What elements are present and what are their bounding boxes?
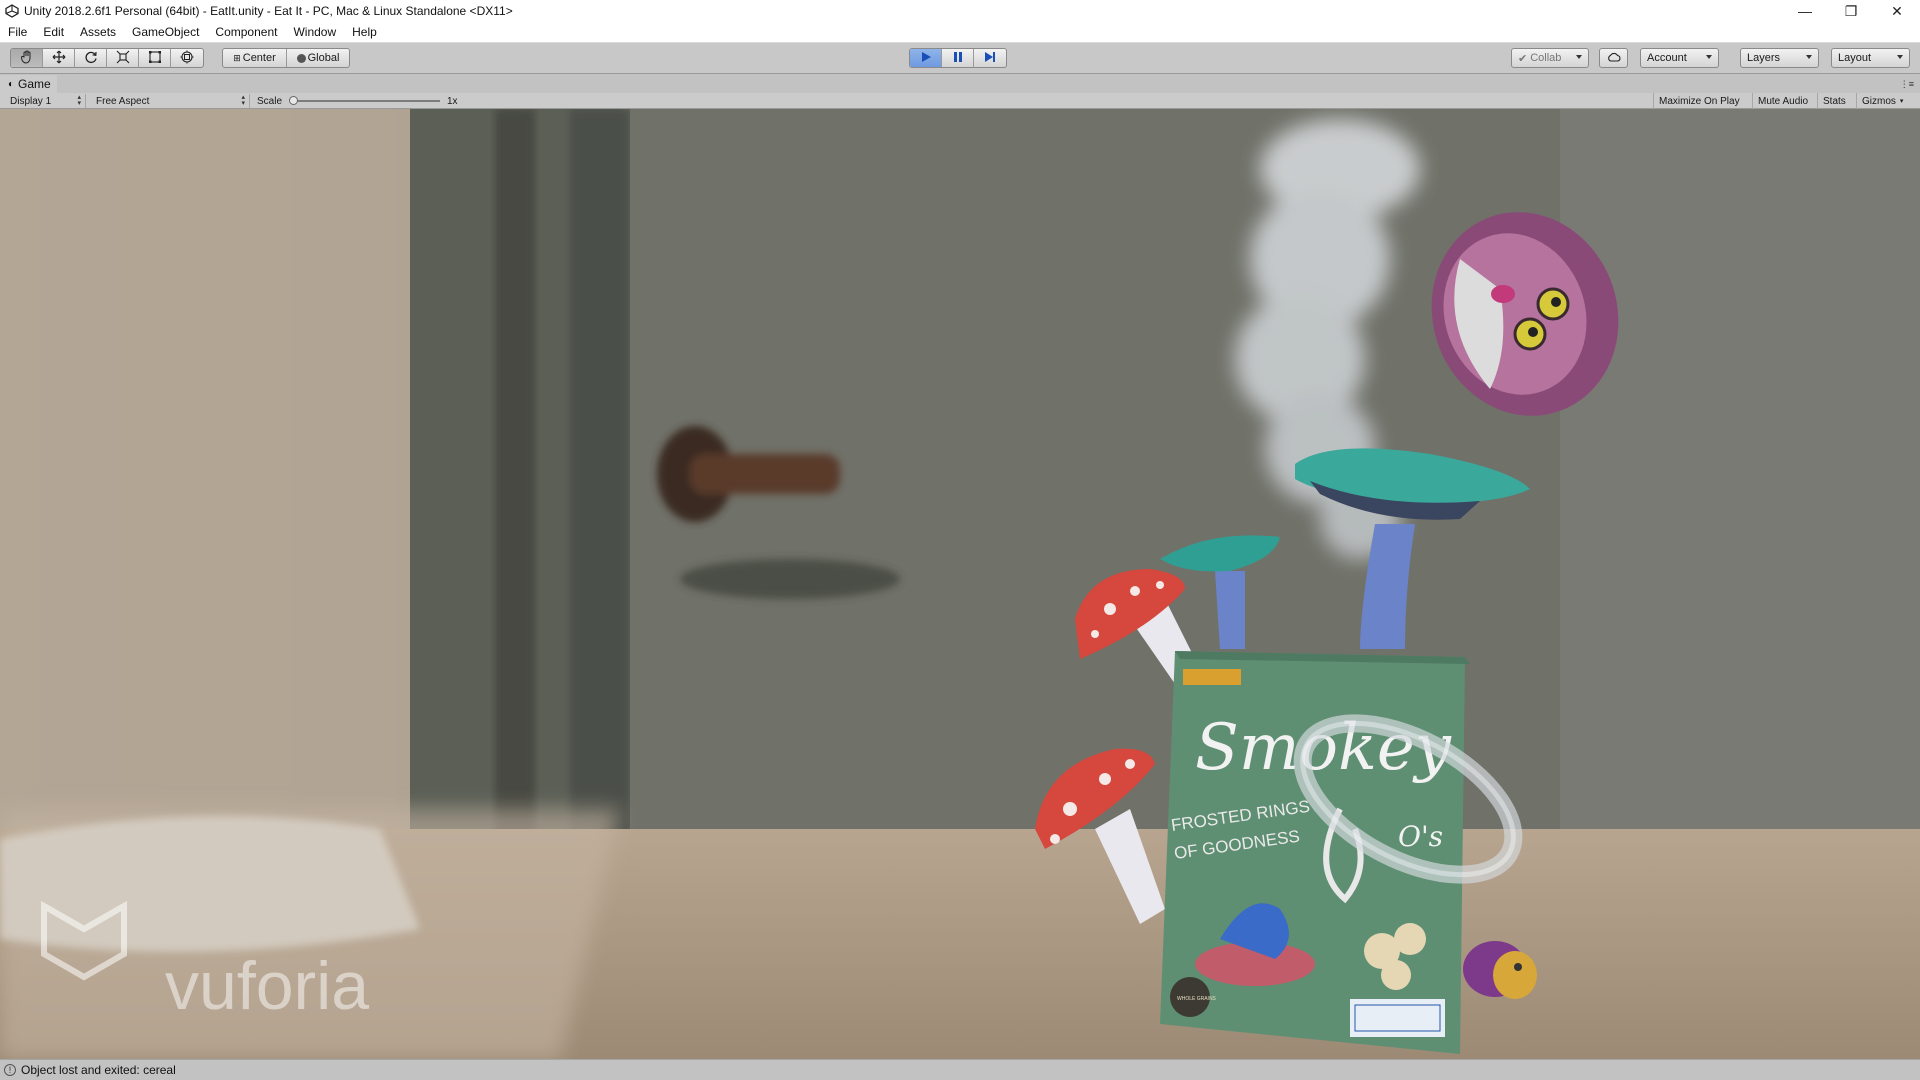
cloud-button[interactable] [1599,48,1628,68]
unity-logo-icon [4,3,20,19]
layout-dropdown[interactable]: Layout [1831,48,1910,68]
layers-label: Layers [1747,52,1781,64]
pause-button[interactable] [942,49,974,67]
tab-game-label: Game [18,77,51,91]
display-label: Display 1 [10,95,52,107]
move-tool-button[interactable] [43,49,75,67]
main-toolbar: ⊞ Center Global ✔ Collab Account Layers [0,43,1920,74]
playback-controls [909,48,1007,68]
layout-label: Layout [1838,52,1872,64]
check-icon: ✔ [1518,52,1528,65]
hand-tool-button[interactable] [11,49,43,67]
play-icon [920,51,932,66]
menu-window[interactable]: Window [285,25,344,39]
vuforia-watermark: vuforia [165,948,369,1024]
game-view[interactable]: vuforia Smokey O's FROSTED RINGS OF GOOD… [0,109,1920,1059]
chevron-down-icon [1576,55,1582,59]
display-dropdown[interactable]: Display 1 ▴ ▾ [4,94,86,108]
scale-icon [116,50,130,67]
minimize-button[interactable]: — [1782,0,1828,22]
scale-slider-handle[interactable] [289,96,298,105]
move-icon [52,50,66,67]
maximize-button[interactable]: ❐ [1828,0,1874,22]
globe-icon [296,53,306,63]
chevron-down-icon: ▾ [1899,98,1904,105]
window-title: Unity 2018.2.6f1 Personal (64bit) - EatI… [24,4,513,18]
panel-menu-icon[interactable]: ⋮≡ [1900,79,1914,90]
play-button[interactable] [910,49,942,67]
gizmos-dropdown[interactable]: Gizmos ▾ [1856,93,1908,109]
box-suffix: O's [1398,820,1443,853]
rect-tool-icon [148,50,162,67]
menu-gameobject[interactable]: GameObject [124,25,207,39]
mute-audio-toggle[interactable]: Mute Audio [1752,93,1813,109]
collab-label: Collab [1530,52,1562,64]
scale-label: Scale [257,95,283,107]
status-bar: ! Object lost and exited: cereal [0,1059,1920,1080]
transform-tool-button[interactable] [171,49,203,67]
menu-file[interactable]: File [0,25,35,39]
pivot-global-label: Global [307,52,340,64]
layers-dropdown[interactable]: Layers [1740,48,1819,68]
info-icon: ! [4,1064,16,1076]
menu-bar: File Edit Assets GameObject Component Wi… [0,22,1920,43]
rect-tool-button[interactable] [139,49,171,67]
cloud-icon [1607,52,1621,65]
box-badge: WHOLE GRAINS [1177,996,1217,1002]
collab-dropdown[interactable]: ✔ Collab [1511,48,1589,68]
menu-assets[interactable]: Assets [72,25,124,39]
rotate-icon [84,50,98,67]
menu-help[interactable]: Help [344,25,385,39]
game-controller-icon: ◐ [8,78,15,90]
updown-arrow-icon: ▴ ▾ [241,94,245,107]
transform-icon [180,50,194,67]
maximize-on-play-toggle[interactable]: Maximize On Play [1653,93,1745,109]
transform-tools [10,48,204,68]
game-panel-header: ◐ Game ⋮≡ [0,75,1920,93]
center-pivot-icon: ⊞ [233,52,241,63]
chevron-down-icon [1706,55,1712,59]
scale-value: 1x [447,95,458,107]
close-button[interactable]: ✕ [1874,0,1920,22]
chevron-down-icon [1897,55,1903,59]
pause-icon [952,51,964,66]
aspect-dropdown[interactable]: Free Aspect ▴ ▾ [90,94,250,108]
pivot-center-button[interactable]: ⊞ Center [223,49,287,67]
game-view-toolbar: Display 1 ▴ ▾ Free Aspect ▴ ▾ Scale 1x Max… [0,93,1920,109]
step-icon [984,51,996,66]
pivot-global-button[interactable]: Global [287,49,349,67]
cereal-box-model: Smokey O's FROSTED RINGS OF GOODNESS WHO… [1160,651,1470,1054]
hand-icon [20,50,34,67]
scale-tool-button[interactable] [107,49,139,67]
gizmos-label: Gizmos [1862,95,1896,107]
pivot-center-label: Center [242,52,276,64]
menu-edit[interactable]: Edit [35,25,72,39]
step-button[interactable] [974,49,1006,67]
account-label: Account [1647,52,1687,64]
aspect-label: Free Aspect [96,95,150,107]
console-message[interactable]: Object lost and exited: cereal [21,1063,176,1077]
pivot-toggles: ⊞ Center Global [222,48,350,68]
updown-arrow-icon: ▴ ▾ [77,94,81,107]
account-dropdown[interactable]: Account [1640,48,1719,68]
title-bar: Unity 2018.2.6f1 Personal (64bit) - EatI… [0,0,1920,22]
tab-game[interactable]: ◐ Game [0,75,57,93]
scene-render: vuforia Smokey O's FROSTED RINGS OF GOOD… [0,109,1920,1059]
chevron-down-icon [1806,55,1812,59]
rotate-tool-button[interactable] [75,49,107,67]
menu-component[interactable]: Component [207,25,285,39]
scale-slider-track[interactable] [292,100,440,102]
stats-toggle[interactable]: Stats [1817,93,1851,109]
